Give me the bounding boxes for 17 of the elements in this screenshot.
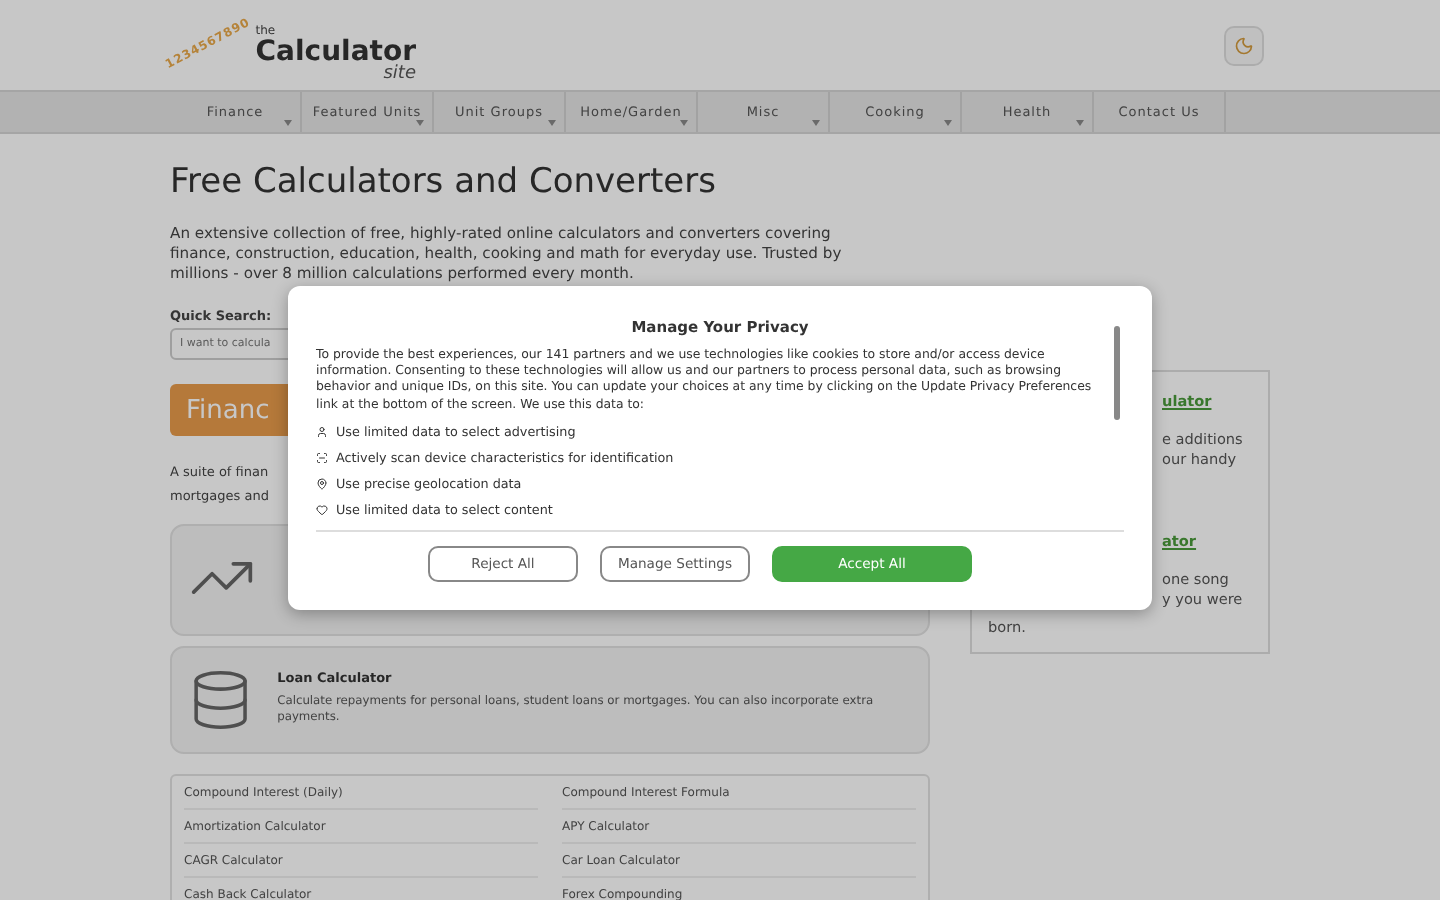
logo-text: Calculator: [255, 37, 416, 65]
dark-mode-button[interactable]: [1224, 25, 1264, 65]
purpose-icon: [316, 425, 328, 438]
page-title: Free Calculators and Converters: [170, 162, 716, 204]
caret-icon: [284, 120, 292, 126]
caret-icon: [680, 120, 688, 126]
caret-icon: [944, 120, 952, 126]
caret-icon: [548, 120, 556, 126]
moon-icon: [1234, 35, 1254, 55]
scrollbar[interactable]: [1114, 326, 1120, 420]
purpose-icon: [316, 451, 328, 464]
caret-icon: [1076, 120, 1084, 126]
purpose-icon: [316, 503, 328, 516]
logo-text: site: [383, 65, 416, 83]
caret-icon: [812, 120, 820, 126]
purpose-icon: [316, 477, 328, 490]
caret-icon: [416, 120, 424, 126]
